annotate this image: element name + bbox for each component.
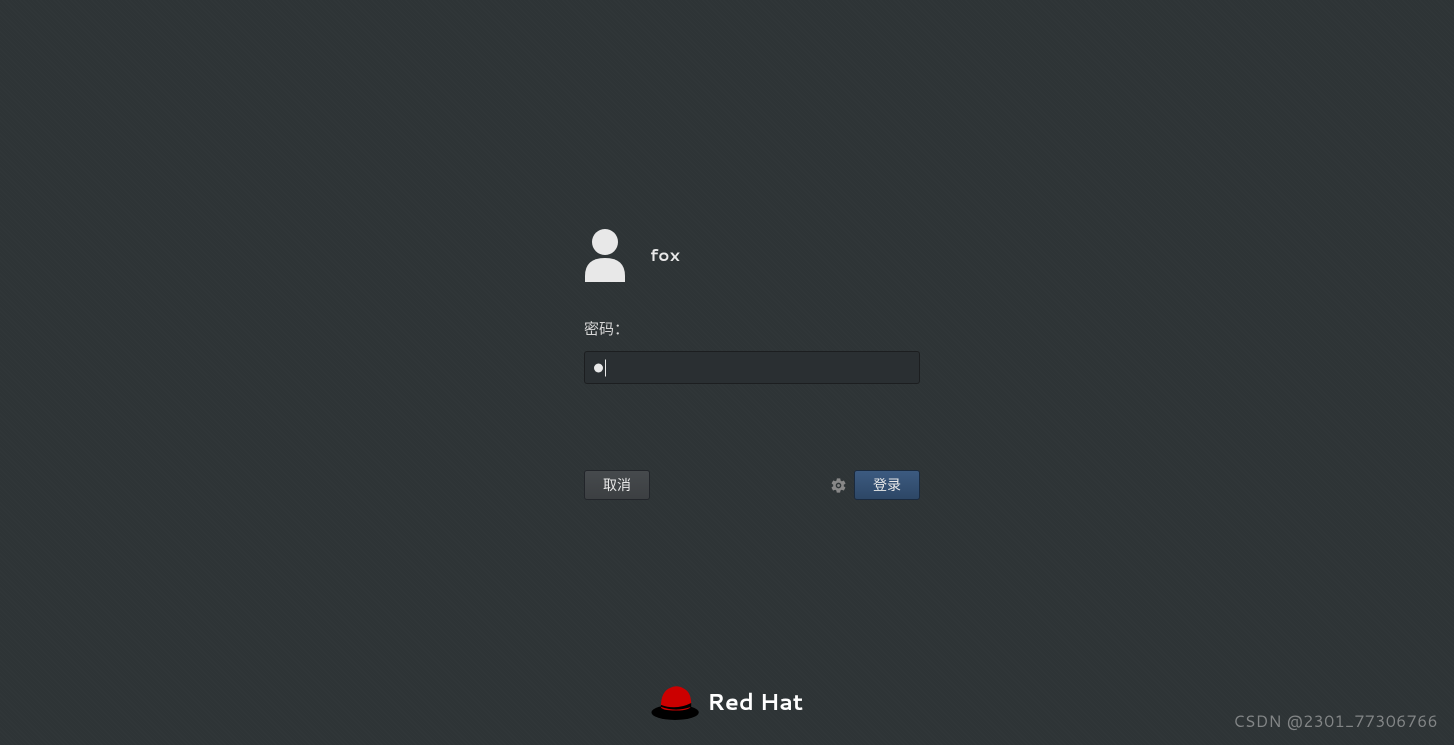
button-row: 取消 登录 (584, 470, 920, 500)
password-input[interactable] (584, 351, 920, 384)
redhat-logo: Red Hat (651, 684, 803, 720)
login-panel: fox 密码： (584, 228, 920, 384)
redhat-brand-text: Red Hat (707, 686, 803, 718)
password-field-wrapper (584, 351, 920, 384)
redhat-hat-icon (651, 684, 699, 720)
password-label: 密码： (584, 318, 920, 339)
gear-icon (830, 477, 847, 494)
login-button[interactable]: 登录 (854, 470, 920, 500)
user-row: fox (584, 228, 920, 282)
watermark-text: CSDN @2301_77306766 (1233, 710, 1438, 733)
avatar-icon (584, 228, 626, 282)
right-button-group: 登录 (828, 470, 920, 500)
settings-button[interactable] (828, 475, 848, 495)
username-label: fox (650, 243, 680, 267)
cancel-button[interactable]: 取消 (584, 470, 650, 500)
